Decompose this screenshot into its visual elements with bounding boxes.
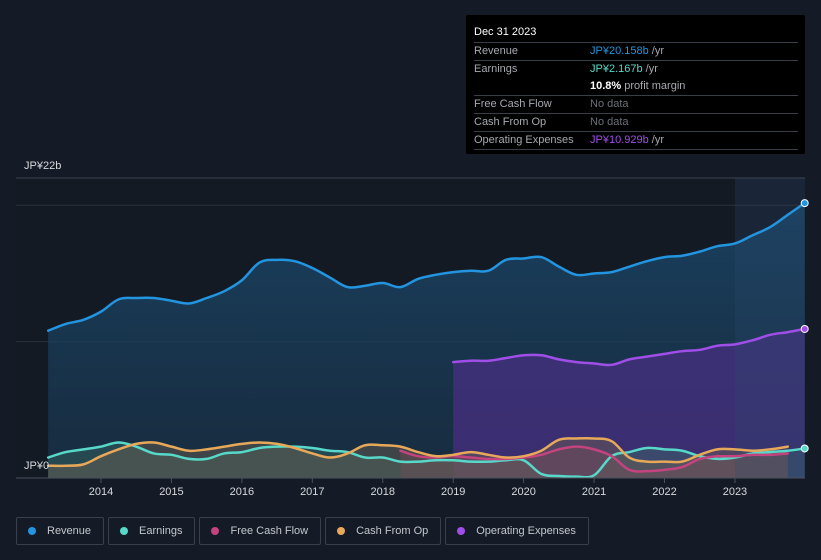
legend-dot-icon xyxy=(120,527,129,535)
legend-label: Revenue xyxy=(47,525,92,537)
tooltip-row: 10.8% profit margin xyxy=(474,78,798,96)
legend-item-operating-expenses[interactable]: Operating Expenses xyxy=(445,517,589,545)
y-axis-top-label: JP¥22b xyxy=(24,160,62,172)
tooltip-row-label: Earnings xyxy=(474,63,518,75)
x-tick-label: 2018 xyxy=(371,486,395,498)
tooltip-row-unit: profit margin xyxy=(621,80,686,92)
earnings-endpoint xyxy=(800,444,809,453)
legend-item-earnings[interactable]: Earnings xyxy=(108,517,196,545)
tooltip-row-value: No data xyxy=(590,116,629,128)
tooltip-row-label: Operating Expenses xyxy=(474,134,574,146)
tooltip-row-label: Cash From Op xyxy=(474,116,547,128)
legend-label: Cash From Op xyxy=(356,525,429,537)
tooltip-row-value: JP¥2.167b xyxy=(590,63,643,75)
tooltip-row-value: 10.8% xyxy=(590,80,622,92)
legend-label: Free Cash Flow xyxy=(230,525,309,537)
x-tick-label: 2021 xyxy=(582,486,606,498)
tooltip-row-unit: /yr xyxy=(648,45,664,57)
legend-dot-icon xyxy=(28,527,36,535)
tooltip-row: Free Cash Flow No data xyxy=(474,96,798,114)
tooltip-panel: Dec 31 2023 Revenue JP¥20.158b /yr Earning… xyxy=(466,15,805,154)
legend-item-revenue[interactable]: Revenue xyxy=(16,517,105,545)
x-tick-label: 2016 xyxy=(230,486,254,498)
tooltip-row-value: JP¥20.158b xyxy=(590,45,649,57)
x-tick-label: 2015 xyxy=(159,486,183,498)
tooltip-row: Operating Expenses JP¥10.929b /yr xyxy=(474,132,798,150)
legend-item-free-cash-flow[interactable]: Free Cash Flow xyxy=(199,517,322,545)
operating-expenses-endpoint xyxy=(800,324,809,333)
revenue-endpoint xyxy=(800,199,809,208)
x-tick-label: 2020 xyxy=(511,486,535,498)
legend-dot-icon xyxy=(211,527,220,535)
x-tick-label: 2014 xyxy=(89,486,113,498)
tooltip-row-label xyxy=(474,78,590,95)
tooltip-row: Revenue JP¥20.158b /yr xyxy=(474,43,798,61)
legend-dot-icon xyxy=(457,527,466,535)
tooltip-row-value: JP¥10.929b xyxy=(590,134,649,146)
tooltip-row-label: Revenue xyxy=(474,45,519,57)
forecast-highlight-region xyxy=(734,178,805,478)
tooltip-row: Earnings JP¥2.167b /yr xyxy=(474,61,798,78)
x-tick-label: 2023 xyxy=(723,486,747,498)
legend-label: Operating Expenses xyxy=(476,525,576,537)
legend-item-cash-from-op[interactable]: Cash From Op xyxy=(325,517,442,545)
y-axis-bottom-label: JP¥0 xyxy=(24,460,50,472)
tooltip-row: Cash From Op No data xyxy=(474,114,798,132)
legend-label: Earnings xyxy=(139,525,183,537)
tooltip-row-value: No data xyxy=(590,98,629,110)
x-tick-label: 2017 xyxy=(300,486,324,498)
legend-dot-icon xyxy=(337,527,346,535)
x-tick-label: 2022 xyxy=(652,486,676,498)
x-tick-label: 2019 xyxy=(441,486,465,498)
tooltip-date: Dec 31 2023 xyxy=(474,25,798,43)
tooltip-row-label: Free Cash Flow xyxy=(474,98,552,110)
legend: Revenue Earnings Free Cash Flow Cash From O… xyxy=(16,517,589,545)
tooltip-row-unit: /yr xyxy=(642,63,658,75)
tooltip-row-unit: /yr xyxy=(648,134,664,146)
